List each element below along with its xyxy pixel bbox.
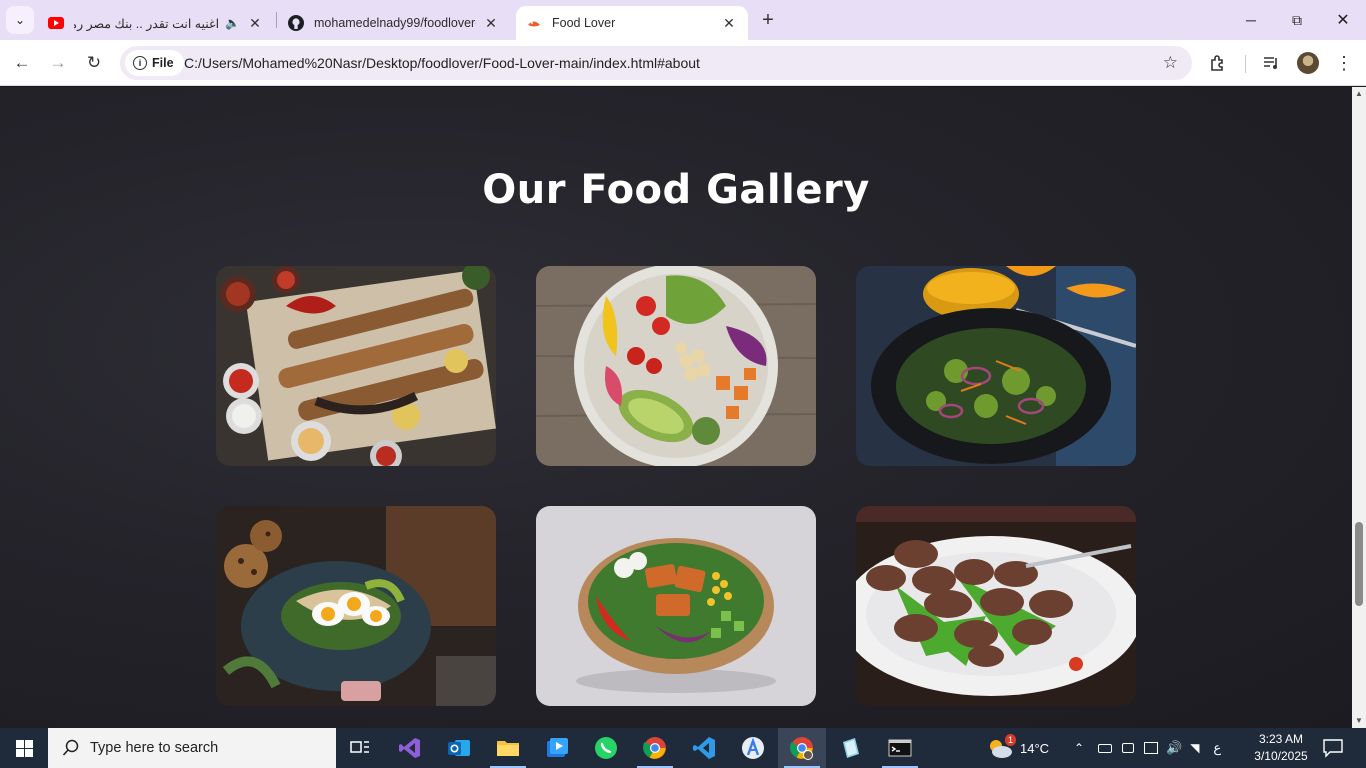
weather-temperature: 14°C [1020,740,1050,756]
media-player-app[interactable] [533,728,581,768]
new-tab-button[interactable]: + [756,8,780,32]
gallery-title: Our Food Gallery [482,167,870,213]
page-viewport: Our Food Gallery [0,87,1352,728]
speaker-icon[interactable]: 🔈 [225,16,240,30]
scroll-thumb[interactable] [1355,522,1363,606]
url-text[interactable]: C:/Users/Mohamed%20Nasr/Desktop/foodlove… [184,55,700,71]
gallery-photo-avocado-egg[interactable] [216,506,496,706]
wifi-icon[interactable]: ◥ [1190,741,1199,755]
toolbar-separator [1245,55,1246,73]
show-hidden-icons-chevron-icon[interactable]: ⌃ [1074,741,1088,755]
weather-icon: 1 [986,734,1016,759]
input-language-indicator[interactable]: ع [1213,740,1221,756]
gallery-photo-meatballs[interactable] [856,506,1136,706]
food-lover-icon [526,15,542,31]
gallery-photo-leafy-salad[interactable] [856,266,1136,466]
clock-date: 3/10/2025 [1254,749,1308,763]
whatsapp-app[interactable] [582,728,630,768]
whatsapp-icon [595,737,617,759]
extensions-icon[interactable] [1206,51,1230,75]
tab-github[interactable]: mohamedelnady99/foodlover- ✕ [278,6,510,40]
close-tab-icon[interactable]: ✕ [482,14,500,32]
search-placeholder: Type here to search [90,740,219,756]
search-icon [62,739,79,756]
arrow-right-icon: → [49,53,67,72]
tab-search-button[interactable]: ⌄ [6,6,34,34]
start-button[interactable] [0,728,48,768]
visual-studio-icon [399,738,420,758]
taskbar-clock[interactable]: 3:23 AM 3/10/2025 [1245,731,1317,765]
tab-title: Food Lover [552,16,616,30]
tab-youtube[interactable]: اغنيه انت تقدر .. بنك مصر رمـ 🔈 ✕ [38,6,274,40]
clock-time: 3:23 AM [1258,732,1304,746]
network-icon[interactable] [1144,742,1158,754]
restore-button[interactable]: ⧉ [1274,0,1320,40]
address-bar[interactable]: i File C:/Users/Mohamed%20Nasr/Desktop/f… [120,46,1192,80]
site-info-label: File [152,56,174,70]
reload-icon: ↻ [86,53,102,72]
volume-icon[interactable]: 🔊 [1166,740,1182,756]
windows-taskbar: Type here to search 1 14°C ⌃ 🔊 ◥ ع 3:23 … [0,728,1366,768]
info-icon: i [133,56,147,70]
gallery-photo-veggie-bowl[interactable] [536,266,816,466]
chrome-active-window[interactable] [778,728,826,768]
android-studio-app[interactable] [729,728,777,768]
forward-button[interactable]: → [44,49,72,77]
profile-avatar[interactable] [1297,52,1319,74]
terminal-app[interactable] [876,728,924,768]
close-tab-icon[interactable]: ✕ [246,14,264,32]
notification-icon [1323,739,1343,758]
visual-studio-app[interactable] [386,728,434,768]
browser-toolbar: ← → ↻ i File C:/Users/Mohamed%20Nasr/Des… [0,40,1366,86]
outlook-icon [448,740,470,756]
android-studio-icon [742,737,764,759]
gallery-photo-grilled-skewers[interactable] [216,266,496,466]
task-view-icon [350,741,369,753]
chrome-profile-icon [790,737,813,760]
tab-title: اغنيه انت تقدر .. بنك مصر رمـ [74,16,220,31]
chrome-app[interactable] [631,728,679,768]
chevron-down-icon: ⌄ [14,13,26,27]
vscode-app[interactable] [680,728,728,768]
tab-title: mohamedelnady99/foodlover- [314,16,476,30]
back-button[interactable]: ← [8,49,36,77]
notification-center-button[interactable] [1322,738,1344,758]
minimize-button[interactable]: ─ [1228,0,1274,40]
taskbar-search-box[interactable]: Type here to search [48,728,336,768]
more-menu-icon[interactable]: ⋮ [1332,51,1356,75]
outlook-app[interactable] [435,728,483,768]
camera-icon[interactable] [1122,743,1134,753]
battery-icon[interactable] [1098,743,1112,753]
tray-icons: ⌃ 🔊 ◥ ع [1074,728,1221,768]
gallery-photo-chicken-salad-bowl[interactable] [536,506,816,706]
task-view-button[interactable] [336,728,384,768]
vscode-icon [693,737,715,759]
page-scrollbar[interactable]: ▲ ▼ [1352,87,1366,728]
tab-strip: ⌄ اغنيه انت تقدر .. بنك مصر رمـ 🔈 ✕ moha… [0,0,1366,40]
close-window-button[interactable]: ✕ [1320,0,1366,40]
tab-food-lover[interactable]: Food Lover ✕ [516,6,748,40]
bookmark-star-icon[interactable]: ☆ [1163,53,1178,73]
folder-icon [497,741,519,756]
github-icon [288,15,304,31]
arrow-left-icon: ← [13,53,31,72]
terminal-icon [888,739,912,757]
windows-logo-icon [15,739,33,757]
tab-separator [276,12,277,28]
media-control-icon[interactable] [1260,51,1284,75]
notepad-icon [843,738,859,758]
file-explorer-app[interactable] [484,728,532,768]
site-info-chip[interactable]: i File [125,50,184,76]
youtube-icon [48,15,64,31]
weather-widget[interactable]: 1 14°C [986,728,1049,768]
weather-badge: 1 [1004,734,1016,746]
media-player-icon [547,738,568,757]
close-tab-icon[interactable]: ✕ [720,14,738,32]
chrome-icon [643,737,666,759]
scroll-up-arrow-icon[interactable]: ▲ [1352,89,1366,99]
notepad-app[interactable] [827,728,875,768]
scroll-down-arrow-icon[interactable]: ▼ [1352,716,1366,726]
reload-button[interactable]: ↻ [80,49,108,77]
